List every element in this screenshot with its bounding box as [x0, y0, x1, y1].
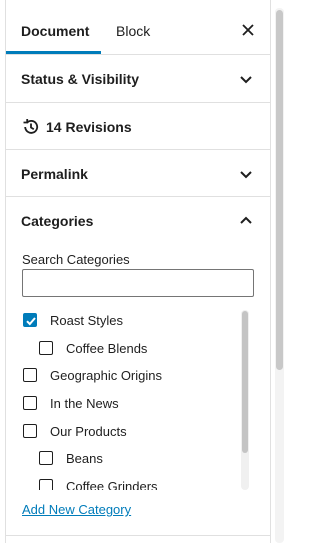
active-tab-indicator: [6, 51, 101, 54]
panel-status-visibility[interactable]: Status & Visibility: [6, 55, 270, 103]
checkmark-icon: [26, 317, 36, 326]
category-checkbox[interactable]: [39, 341, 53, 355]
close-sidebar-button[interactable]: [238, 20, 258, 40]
category-checkbox[interactable]: [39, 451, 53, 465]
search-categories-input[interactable]: [22, 269, 254, 297]
panel-title-status-visibility[interactable]: Status & Visibility: [21, 71, 139, 87]
sidebar-scrollbar-thumb[interactable]: [276, 10, 283, 370]
sidebar-right-border: [270, 0, 271, 543]
category-item[interactable]: Coffee Blends: [6, 339, 240, 359]
panel-title-permalink[interactable]: Permalink: [21, 166, 88, 182]
search-categories-label: Search Categories: [22, 252, 130, 267]
tab-block[interactable]: Block: [116, 8, 150, 53]
close-icon: [242, 24, 254, 36]
chevron-down-icon[interactable]: [238, 71, 254, 87]
category-checkbox[interactable]: [39, 479, 53, 490]
category-list: Roast Styles Coffee Blends Geographic Orig…: [6, 308, 252, 490]
sidebar-tabs: Document Block: [6, 8, 270, 55]
category-label[interactable]: Coffee Blends: [66, 341, 147, 356]
category-list-scrollbar-thumb[interactable]: [242, 311, 248, 453]
category-item[interactable]: Our Products: [6, 422, 240, 442]
panel-permalink[interactable]: Permalink: [6, 150, 270, 197]
category-checkbox[interactable]: [23, 396, 37, 410]
category-item[interactable]: Beans: [6, 449, 240, 469]
category-checkbox[interactable]: [23, 424, 37, 438]
add-new-category-link[interactable]: Add New Category: [22, 502, 131, 517]
category-item[interactable]: Roast Styles: [6, 311, 240, 331]
history-icon: [23, 119, 39, 134]
category-checkbox[interactable]: [23, 313, 37, 327]
category-label[interactable]: Beans: [66, 451, 103, 466]
category-item[interactable]: Geographic Origins: [6, 366, 240, 386]
tab-document[interactable]: Document: [21, 8, 89, 53]
category-item[interactable]: Coffee Grinders: [6, 477, 240, 490]
document-settings-sidebar: Document Block Status & Visibility 14 Re…: [0, 0, 288, 543]
category-label[interactable]: Geographic Origins: [50, 368, 162, 383]
panel-revisions[interactable]: 14 Revisions: [6, 103, 270, 150]
chevron-up-icon[interactable]: [238, 213, 254, 229]
panel-title-categories[interactable]: Categories: [21, 213, 93, 229]
category-label[interactable]: In the News: [50, 396, 119, 411]
category-label[interactable]: Coffee Grinders: [66, 479, 158, 490]
category-item[interactable]: In the News: [6, 394, 240, 414]
category-label[interactable]: Roast Styles: [50, 313, 123, 328]
revisions-link[interactable]: 14 Revisions: [46, 119, 132, 135]
chevron-down-icon[interactable]: [238, 166, 254, 182]
category-checkbox[interactable]: [23, 368, 37, 382]
category-label[interactable]: Our Products: [50, 424, 127, 439]
